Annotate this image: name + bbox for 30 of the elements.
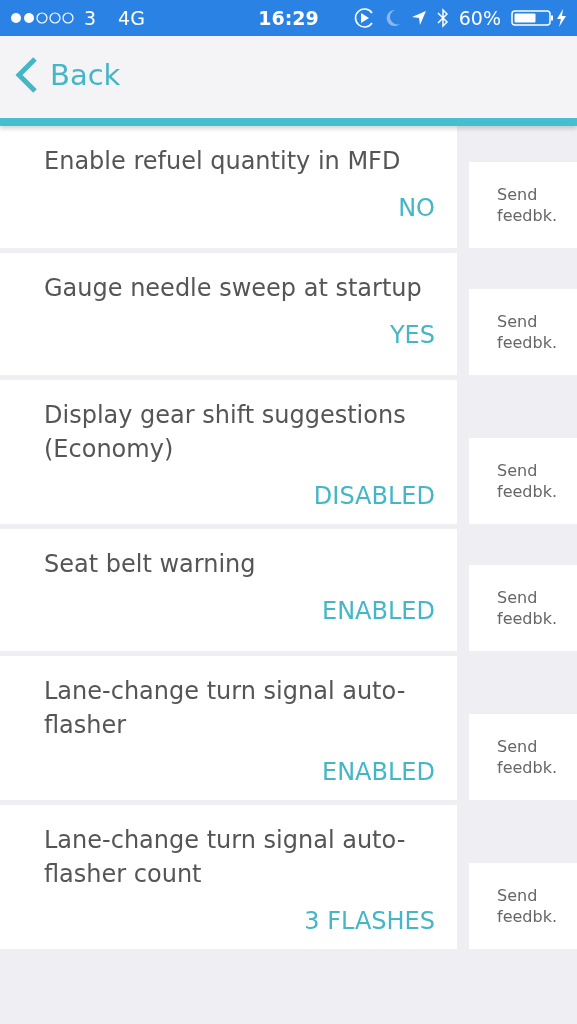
send-feedback-button[interactable]: Send feedbk. (469, 438, 577, 524)
setting-title: Display gear shift suggestions (Economy) (44, 400, 407, 465)
send-feedback-button[interactable]: Send feedbk. (469, 162, 577, 248)
location-arrow-icon (410, 10, 427, 26)
setting-value[interactable]: YES (389, 321, 435, 349)
setting-value[interactable]: ENABLED (322, 597, 435, 625)
signal-icon (10, 12, 76, 24)
setting-title: Seat belt warning (44, 549, 257, 580)
battery-charging-icon (511, 9, 567, 27)
send-feedback-button[interactable]: Send feedbk. (469, 289, 577, 375)
setting-value[interactable]: DISABLED (313, 482, 435, 510)
battery-percent: 60% (458, 7, 501, 29)
bluetooth-icon (436, 8, 449, 28)
clock: 16:29 (258, 7, 319, 29)
send-feedback-button[interactable]: Send feedbk. (469, 565, 577, 651)
setting-title: Lane-change turn signal auto-flasher count (44, 825, 407, 890)
setting-title: Enable refuel quantity in MFD (44, 146, 402, 177)
setting-title: Gauge needle sweep at startup (44, 273, 423, 304)
network-type: 4G (118, 7, 145, 29)
setting-title: Lane-change turn signal auto-flasher (44, 676, 407, 741)
setting-value[interactable]: ENABLED (322, 758, 435, 786)
carrier-name: 3 (84, 7, 97, 29)
setting-value[interactable]: 3 FLASHES (304, 907, 435, 935)
setting-value[interactable]: NO (398, 194, 435, 222)
chevron-left-icon (14, 56, 38, 94)
play-icon (352, 7, 375, 29)
send-feedback-button[interactable]: Send feedbk. (469, 863, 577, 949)
send-feedback-button[interactable]: Send feedbk. (469, 714, 577, 800)
moon-icon (384, 9, 401, 27)
back-button[interactable]: Back (14, 56, 121, 94)
